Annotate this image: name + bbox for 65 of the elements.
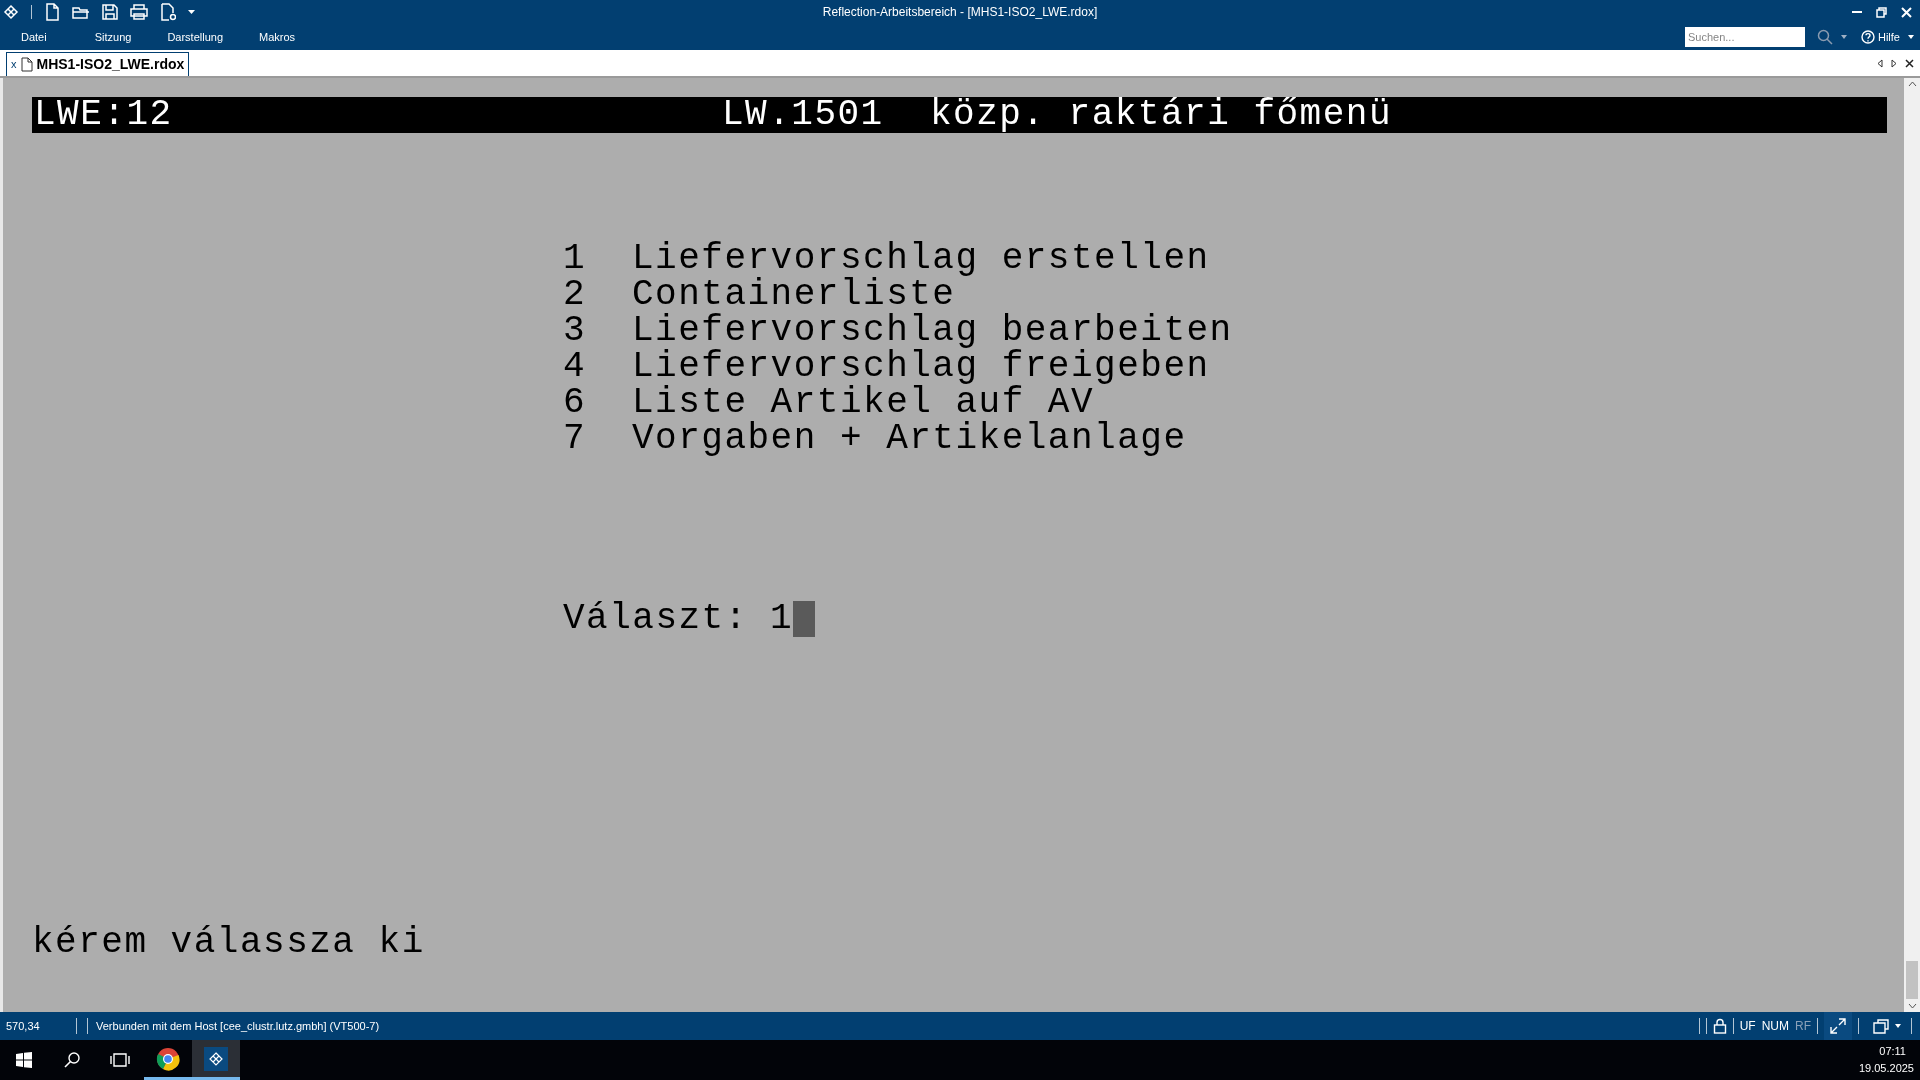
windows-stack-icon[interactable] [1873,1018,1889,1034]
prompt-label: Választ: [563,601,749,637]
status-indicator: UF [1739,1018,1756,1035]
caret-icon[interactable] [1841,35,1847,39]
status-indicator: NUM [1761,1018,1789,1035]
vertical-scrollbar[interactable] [1904,78,1920,1012]
taskbar-app-button[interactable] [192,1040,240,1080]
app-logo-icon [209,1051,223,1066]
help-icon [1861,30,1875,44]
windows-start-icon[interactable] [16,1052,32,1068]
status-message: kérem válassza ki [32,925,425,961]
clock-date: 19.05.2025 [1858,1061,1914,1076]
file-settings-icon[interactable] [160,3,176,21]
close-icon[interactable] [1905,58,1914,68]
connection-status: Verbunden mit dem Host [cee_clustr.lutz.gmbh] (VT500-7) [96,1018,380,1034]
task-view-icon[interactable] [109,1052,131,1068]
save-icon[interactable] [102,4,118,20]
menu-option[interactable]: Liste Artikel auf AV [632,385,1095,421]
caret-icon[interactable] [188,9,195,15]
menu-option[interactable]: Containerliste [632,277,956,313]
restore-icon[interactable] [1876,6,1887,18]
input-value[interactable]: 1 [770,601,794,637]
document-tab[interactable]: x MHS1-ISO2_LWE.rdox [6,52,190,76]
menu-number: 1 [563,241,588,277]
screen-title: LW.1501 közp. raktári főmenü [722,97,1392,133]
menu-number: 6 [563,385,588,421]
new-file-icon[interactable] [44,3,60,21]
screen-id: LWE:12 [33,97,174,133]
status-indicator: RF [1795,1018,1811,1035]
scroll-right-icon[interactable] [1891,58,1897,68]
caret-icon[interactable] [1895,1024,1901,1028]
fullscreen-button[interactable] [1824,1012,1852,1040]
expand-icon [1830,1018,1846,1034]
lock-icon [1712,1018,1727,1034]
menu-number: 3 [563,313,588,349]
menu-number: 2 [563,277,588,313]
document-icon [20,57,33,72]
app-logo-icon[interactable] [3,4,19,20]
menu-option[interactable]: Vorgaben + Artikelanlage [632,421,1187,457]
menu-option[interactable]: Liefervorschlag freigeben [632,349,1210,385]
folder-icon[interactable] [72,4,90,20]
scroll-thumb[interactable] [1906,961,1918,999]
menu-item[interactable]: Datei [21,28,59,46]
menu-number: 4 [563,349,588,385]
search-field[interactable]: Suchen... [1685,27,1805,47]
menu-option[interactable]: Liefervorschlag bearbeiten [632,313,1233,349]
menu-option[interactable]: Liefervorschlag erstellen [632,241,1210,277]
scroll-up-icon[interactable] [1907,81,1917,87]
help-button[interactable]: Hilfe [1861,28,1900,46]
window-title: Reflection-Arbeitsbereich - [MHS1-ISO2_LWE.rdox] [822,4,1098,21]
cursor-position: 570,34 [5,1018,41,1034]
menu-item[interactable]: Darstellung [167,28,224,46]
menu-item[interactable]: Makros [259,28,296,46]
tab-close-button[interactable]: x [11,56,17,73]
scroll-left-icon[interactable] [1877,58,1883,68]
menu-number: 7 [563,421,588,457]
text-cursor [793,601,816,637]
print-icon[interactable] [130,4,148,20]
tab-label: MHS1-ISO2_LWE.rdox [36,55,185,74]
clock-time: 07:11 [1879,1044,1907,1059]
scroll-down-icon[interactable] [1907,1003,1917,1009]
caret-icon[interactable] [1908,35,1914,39]
search-icon[interactable] [64,1052,80,1068]
menu-item[interactable]: Sitzung [94,28,132,46]
browser-icon[interactable] [156,1046,180,1071]
